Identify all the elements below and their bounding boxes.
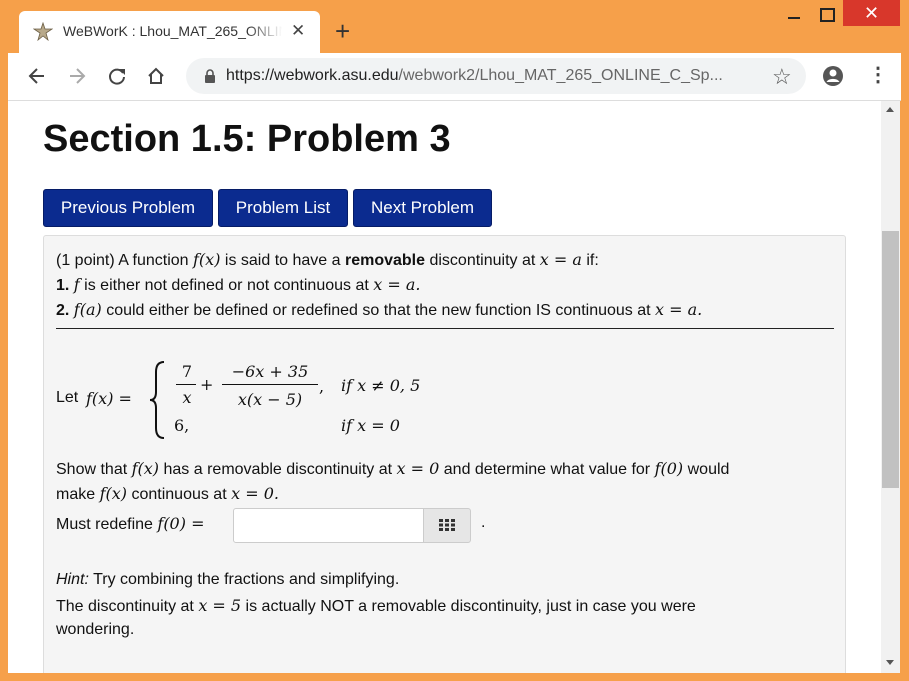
next-problem-button[interactable]: Next Problem [353, 189, 492, 227]
condition-1: 1. f is either not defined or not contin… [56, 275, 421, 295]
vertical-scrollbar[interactable] [881, 101, 900, 673]
piece2-condition: if x = 0 [341, 416, 400, 435]
back-arrow-icon[interactable] [26, 65, 48, 87]
fraction2-denominator: x(x − 5) [237, 390, 303, 409]
intro-text: A function [118, 252, 189, 269]
page-title: Section 1.5: Problem 3 [43, 118, 451, 160]
keypad-grid-icon [439, 519, 455, 531]
math-fx: f(x) [193, 250, 221, 269]
intro-text: is said to have a [224, 252, 341, 269]
intro-text: if: [586, 252, 599, 269]
make-text: continuous at [131, 486, 227, 503]
math-keypad-button[interactable] [423, 508, 471, 543]
left-brace [149, 361, 165, 439]
note-text: is actually NOT a removable discontinuit… [245, 598, 696, 615]
condition-number: 2. [56, 302, 70, 319]
url-host: https://webwork.asu.edu [226, 67, 399, 84]
address-bar[interactable]: https://webwork.asu.edu/webwork2/Lhou_MA… [186, 58, 806, 94]
reload-icon[interactable] [106, 65, 128, 87]
math-x-eq-5: x = 5 [198, 596, 242, 615]
show-text: Show that [56, 461, 128, 478]
minimize-button[interactable] [780, 4, 810, 24]
note-text: The discontinuity at [56, 598, 194, 615]
math-f0: f(0) [654, 459, 684, 478]
math-f: f [73, 275, 80, 294]
piece1-comma: , [319, 377, 325, 396]
make-text: make [56, 486, 96, 503]
fraction1-denominator: x [182, 388, 192, 407]
note-line: The discontinuity at x = 5 is actually N… [56, 596, 696, 616]
math-x-eq-0: x = 0. [231, 484, 279, 503]
browser-toolbar: https://webwork.asu.edu/webwork2/Lhou_MA… [8, 53, 901, 101]
url-path: /webwork2/Lhou_MAT_265_ONLINE_C_Sp... [398, 67, 723, 84]
fraction2-numerator: −6x + 35 [231, 362, 309, 381]
math-x-eq-a: x = a [539, 250, 582, 269]
show-text: has a removable discontinuity at [163, 461, 393, 478]
scroll-up-arrow-icon[interactable] [886, 107, 894, 112]
math-fx: f(x) [99, 484, 128, 503]
show-text: would [687, 461, 730, 478]
maximize-button[interactable] [812, 4, 842, 24]
home-icon[interactable] [145, 65, 167, 87]
redefine-label: Must redefine [56, 516, 153, 533]
scrollbar-thumb[interactable] [882, 231, 899, 488]
plus-sign: + [200, 375, 214, 394]
browser-window: WeBWorK : Lhou_MAT_265_ONLINE_C_Sp ✕ + ✕… [0, 0, 909, 681]
points-label: (1 point) [56, 252, 115, 269]
browser-tab[interactable]: WeBWorK : Lhou_MAT_265_ONLINE_C_Sp ✕ [19, 11, 320, 53]
url-text: https://webwork.asu.edu/webwork2/Lhou_MA… [226, 67, 723, 85]
show-text: and determine what value for [443, 461, 651, 478]
answer-input[interactable] [233, 508, 424, 543]
lock-icon [205, 69, 215, 83]
make-continuous-line: make f(x) continuous at x = 0. [56, 484, 279, 504]
page-viewport: Section 1.5: Problem 3 Previous Problem … [8, 101, 881, 673]
bookmark-star-icon[interactable]: ☆ [772, 64, 792, 90]
forward-arrow-icon[interactable] [66, 65, 88, 87]
fraction1-bar [176, 384, 196, 385]
problem-list-button[interactable]: Problem List [218, 189, 348, 227]
hint-label: Hint: [56, 571, 89, 588]
note-line-2: wondering. [56, 621, 135, 638]
condition-number: 1. [56, 277, 70, 294]
fraction1-numerator: 7 [181, 362, 193, 381]
account-icon[interactable] [822, 65, 844, 87]
math-x-eq-a: x = a. [373, 275, 421, 294]
math-fa: f(a) [73, 300, 102, 319]
math-x-eq-0: x = 0 [396, 459, 440, 478]
tab-title-fade [247, 21, 291, 43]
problem-body: (1 point) A function f(x) is said to hav… [43, 235, 846, 673]
piece1-condition: if x ≠ 0, 5 [341, 376, 421, 395]
condition-2: 2. f(a) could either be defined or redef… [56, 300, 702, 320]
webwork-favicon-icon [33, 22, 53, 42]
math-x-eq-a: x = a. [655, 300, 703, 319]
math-fx: f(x) [131, 459, 160, 478]
hint-text: Try combining the fractions and simplify… [93, 571, 400, 588]
redefine-line: Must redefine f(0) = [56, 514, 204, 534]
browser-menu-icon[interactable]: ⋮ [868, 63, 888, 87]
condition-text: could either be defined or redefined so … [106, 302, 651, 319]
tab-close-icon[interactable]: ✕ [291, 20, 305, 42]
previous-problem-button[interactable]: Previous Problem [43, 189, 213, 227]
show-that-line: Show that f(x) has a removable discontin… [56, 459, 729, 479]
math-fx-equals: f(x) = [86, 389, 132, 408]
piece2-value: 6, [174, 416, 190, 435]
window-close-button[interactable]: ✕ [843, 0, 900, 26]
let-label: Let [56, 389, 79, 406]
math-f0-equals: f(0) = [157, 514, 205, 533]
answer-period: . [481, 514, 486, 531]
intro-text: discontinuity at [429, 252, 536, 269]
condition-text: is either not defined or not continuous … [84, 277, 369, 294]
divider [56, 328, 834, 329]
hint-line: Hint: Try combining the fractions and si… [56, 571, 399, 589]
removable-bold: removable [344, 252, 426, 269]
new-tab-button[interactable]: + [335, 18, 350, 44]
fraction2-bar [222, 384, 318, 385]
problem-intro: (1 point) A function f(x) is said to hav… [56, 250, 599, 270]
scroll-down-arrow-icon[interactable] [886, 660, 894, 665]
